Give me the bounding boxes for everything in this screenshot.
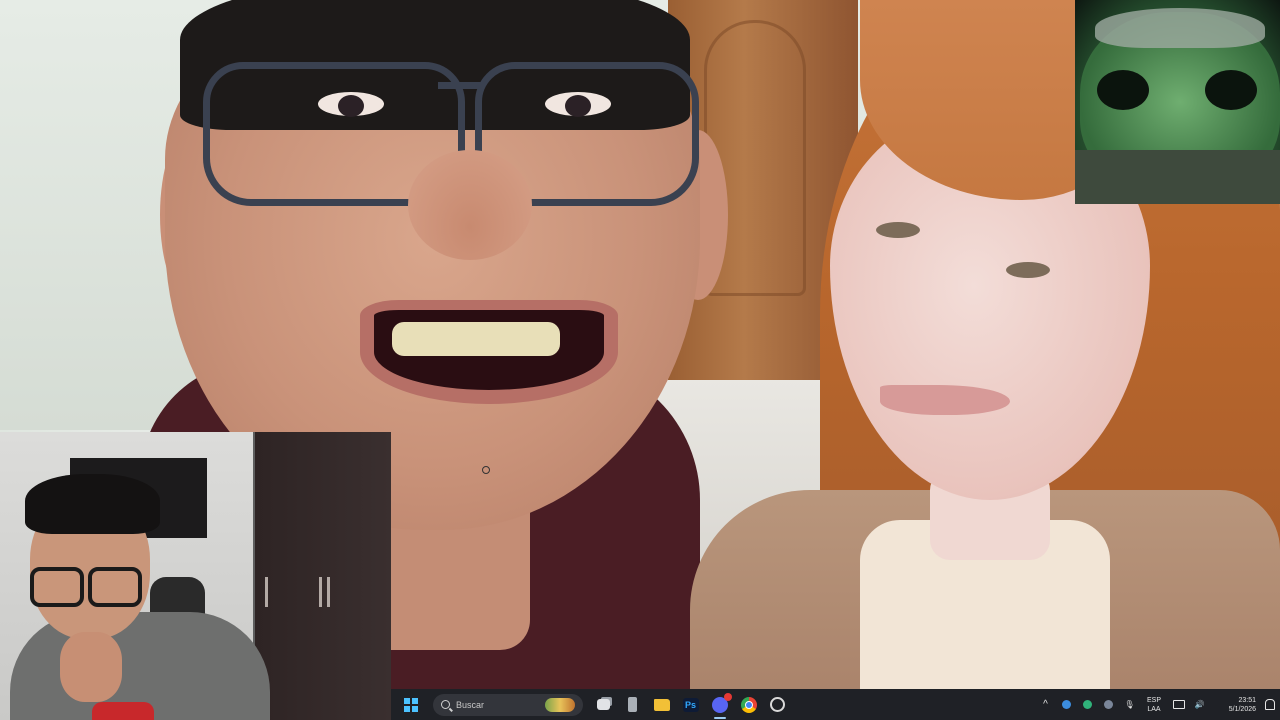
volume-button[interactable]: 🔊: [1189, 689, 1210, 720]
tray-app-2[interactable]: [1077, 689, 1098, 720]
language-indicator[interactable]: ESP LAA: [1140, 696, 1168, 714]
webcam-closet: [255, 432, 391, 720]
yoda-robe: [1075, 150, 1280, 204]
photoshop-icon: Ps: [682, 697, 699, 712]
cursor-icon: [482, 466, 490, 474]
notifications-button[interactable]: [1260, 699, 1280, 710]
man-nose: [408, 150, 532, 260]
baby-yoda-overlay: [1075, 0, 1280, 204]
keyboard-layout: LAA: [1147, 705, 1161, 713]
microphone-icon: 🎙: [1124, 700, 1135, 709]
yoda-eye-right: [1205, 70, 1257, 110]
taskbar-app-photoshop[interactable]: Ps: [676, 689, 705, 720]
streamer-glasses-left: [30, 567, 84, 607]
taskbar-app-obs[interactable]: [763, 689, 792, 720]
tray-app-3[interactable]: [1098, 689, 1119, 720]
search-highlight-icon: [545, 697, 575, 712]
taskbar-app-file-explorer[interactable]: [647, 689, 676, 720]
tray-app-1[interactable]: [1056, 689, 1077, 720]
streamer-mic: [92, 702, 154, 720]
network-status-icon: [1083, 700, 1092, 709]
monitor-network-icon: [1172, 700, 1185, 709]
webcam-overlay: [0, 432, 391, 720]
notification-bell-icon: [1265, 699, 1275, 710]
streamer-hand: [60, 632, 122, 702]
start-button[interactable]: [391, 689, 431, 720]
windows-logo-icon: [404, 697, 418, 712]
discord-icon: [711, 692, 732, 713]
search-box[interactable]: Buscar: [433, 693, 583, 716]
taskbar-app-chrome[interactable]: [734, 689, 763, 720]
man-teeth: [392, 322, 560, 356]
speaker-icon: 🔊: [1194, 700, 1205, 709]
task-view-icon: [597, 699, 610, 710]
microphone-button[interactable]: 🎙: [1119, 689, 1140, 720]
search-icon: [441, 700, 450, 709]
cloud-icon: [1062, 700, 1071, 709]
app-status-icon: [1104, 700, 1113, 709]
streamer-glasses-right: [88, 567, 142, 607]
glasses-bridge: [438, 82, 482, 103]
yoda-eye-left: [1097, 70, 1149, 110]
notification-badge: [723, 692, 732, 701]
clock-date: 5/1/2026: [1228, 705, 1256, 713]
search-placeholder: Buscar: [456, 699, 485, 710]
taskbar: Buscar Ps ^ 🎙 ESP LAA 🔊 23:51 5/1/2026: [391, 689, 1280, 720]
taskbar-app-discord[interactable]: [705, 689, 734, 720]
device-icon: [628, 697, 637, 712]
chrome-icon: [740, 696, 757, 713]
woman-lips: [880, 385, 1010, 415]
chevron-up-icon: ^: [1043, 699, 1048, 710]
folder-icon: [653, 698, 670, 711]
woman-eye-right: [1006, 262, 1050, 278]
show-hidden-icons-button[interactable]: ^: [1035, 689, 1056, 720]
taskbar-app-task-view[interactable]: [589, 689, 618, 720]
active-indicator: [713, 717, 726, 719]
woman-eye-left: [876, 222, 920, 238]
streamer-hair: [25, 474, 160, 534]
language-code: ESP: [1146, 696, 1161, 704]
clock-time: 23:51: [1238, 696, 1256, 704]
taskbar-app-device[interactable]: [618, 689, 647, 720]
obs-icon: [770, 697, 785, 712]
clock[interactable]: 23:51 5/1/2026: [1210, 696, 1260, 714]
system-tray: ^ 🎙 ESP LAA 🔊 23:51 5/1/2026: [1035, 689, 1280, 720]
network-button[interactable]: [1168, 689, 1189, 720]
yoda-fuzz: [1095, 8, 1265, 48]
